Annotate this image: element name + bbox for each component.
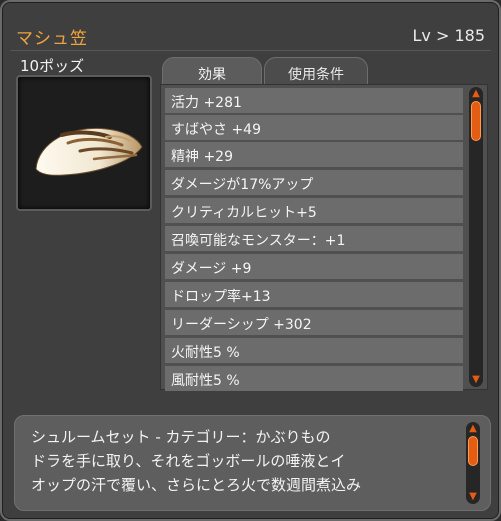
item-level: Lv > 185 bbox=[412, 26, 486, 45]
item-name: マシュ笠 bbox=[16, 29, 88, 49]
scroll-up-arrow-icon[interactable]: ▲ bbox=[466, 424, 480, 434]
scroll-down-arrow-icon[interactable]: ▼ bbox=[466, 492, 480, 502]
stat-row: リーダーシップ +302 bbox=[165, 310, 463, 335]
description-line: シュルームセット - カテゴリー：かぶりもの bbox=[31, 428, 331, 446]
stat-row: クリティカルヒット+5 bbox=[165, 198, 463, 223]
stats-list: 活力 +281 すばやさ +49 精神 +29 ダメージが17%アップ クリティ… bbox=[160, 84, 488, 391]
stat-row: 火耐性5 % bbox=[165, 338, 463, 363]
scroll-up-arrow-icon[interactable]: ▲ bbox=[469, 89, 483, 99]
stat-row: 精神 +29 bbox=[165, 142, 463, 167]
scroll-down-arrow-icon[interactable]: ▼ bbox=[469, 375, 483, 385]
description-scrollbar[interactable]: ▲ ▼ bbox=[466, 422, 480, 504]
description-scroll-thumb[interactable] bbox=[468, 436, 478, 466]
stat-row: ダメージ +9 bbox=[165, 254, 463, 279]
item-icon-frame bbox=[16, 75, 152, 211]
stats-scroll-thumb[interactable] bbox=[471, 101, 481, 141]
title-divider bbox=[10, 50, 491, 51]
stat-row: ドロップ率+13 bbox=[165, 282, 463, 307]
stat-row: 召喚可能なモンスター：+1 bbox=[165, 226, 463, 251]
item-description: シュルームセット - カテゴリー：かぶりもの ドラを手に取り、それをゴッボールの… bbox=[14, 415, 491, 511]
stat-row: 活力 +281 bbox=[165, 88, 463, 113]
description-line: ドラを手に取り、それをゴッボールの唾液とイ bbox=[31, 452, 346, 470]
stats-scrollbar[interactable]: ▲ ▼ bbox=[469, 87, 483, 387]
tab-effects[interactable]: 効果 bbox=[162, 57, 262, 85]
item-price: 10ポッズ bbox=[20, 57, 85, 75]
stat-row: 風耐性5 % bbox=[165, 366, 463, 391]
description-line: オップの汗で覆い、さらにとろ火で数週間煮込み bbox=[31, 476, 362, 494]
stat-row: すばやさ +49 bbox=[165, 115, 463, 140]
tab-requirements[interactable]: 使用条件 bbox=[264, 57, 368, 85]
item-tooltip-panel: マシュ笠 Lv > 185 10ポッズ 効果 使用条件 活力 +281 すばやさ bbox=[0, 0, 501, 521]
stat-row: ダメージが17%アップ bbox=[165, 170, 463, 195]
mushroom-cap-icon bbox=[35, 127, 143, 176]
